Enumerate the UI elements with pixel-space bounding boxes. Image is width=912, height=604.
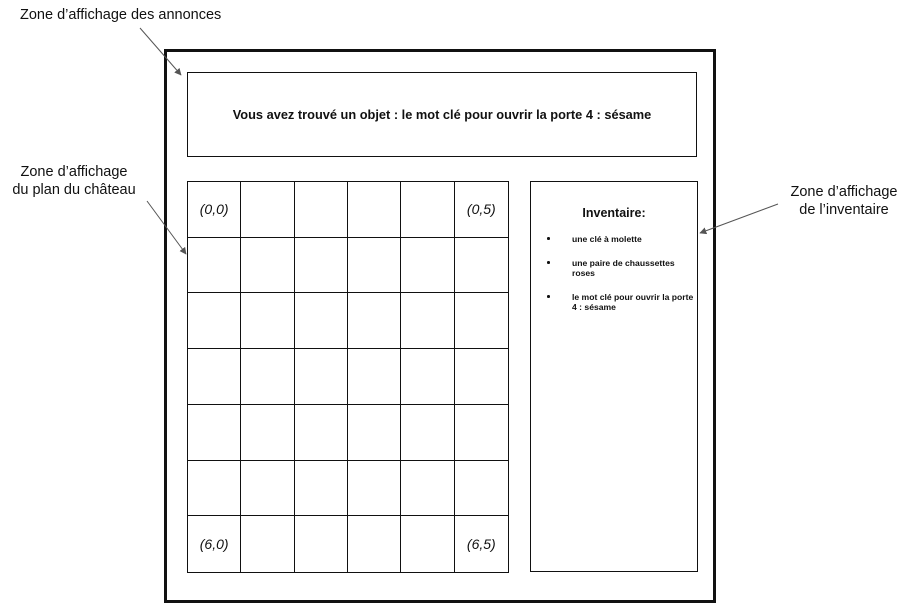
- arrow-to-map-zone: [146, 200, 187, 255]
- arrow-to-announcement-zone: [139, 27, 182, 76]
- arrow-to-inventory-zone: [699, 203, 779, 235]
- pointer-arrows: [139, 27, 779, 255]
